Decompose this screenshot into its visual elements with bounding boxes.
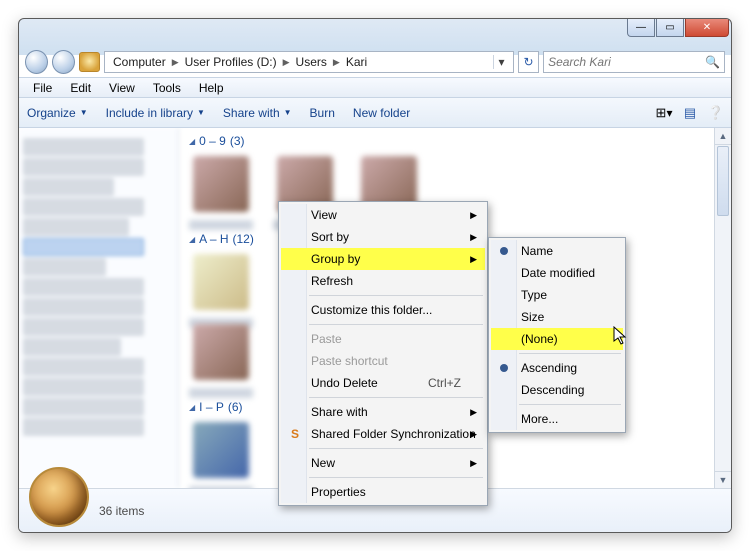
ctx-view[interactable]: View▶ bbox=[281, 204, 485, 226]
refresh-button[interactable]: ↻ bbox=[518, 51, 539, 73]
groupby-ascending[interactable]: Ascending bbox=[491, 357, 623, 379]
menu-help[interactable]: Help bbox=[191, 79, 232, 97]
address-row: Computer ▶ User Profiles (D:) ▶ Users ▶ … bbox=[19, 47, 731, 77]
radio-checked-icon bbox=[500, 247, 508, 255]
group-header-09[interactable]: ◢ 0 – 9 (3) bbox=[179, 128, 731, 150]
collapse-icon[interactable]: ◢ bbox=[189, 235, 195, 244]
chevron-right-icon[interactable]: ▶ bbox=[333, 57, 340, 68]
breadcrumb[interactable]: Computer ▶ User Profiles (D:) ▶ Users ▶ … bbox=[104, 51, 514, 73]
group-count: (12) bbox=[233, 232, 254, 246]
close-button[interactable]: ✕ bbox=[685, 19, 729, 37]
back-button[interactable] bbox=[25, 50, 48, 74]
context-menu: View▶ Sort by▶ Group by▶ Refresh Customi… bbox=[278, 201, 488, 506]
ctx-sort-by[interactable]: Sort by▶ bbox=[281, 226, 485, 248]
toolbar: Organize▼ Include in library▼ Share with… bbox=[19, 98, 731, 128]
ctx-refresh[interactable]: Refresh bbox=[281, 270, 485, 292]
search-icon[interactable]: 🔍 bbox=[705, 55, 720, 69]
new-folder-button[interactable]: New folder bbox=[353, 106, 410, 120]
scroll-up-icon[interactable]: ▲ bbox=[715, 128, 731, 145]
groupby-name[interactable]: Name bbox=[491, 240, 623, 262]
status-item-count: 36 items bbox=[99, 504, 144, 518]
radio-checked-icon bbox=[500, 364, 508, 372]
file-thumb[interactable] bbox=[193, 422, 249, 478]
ctx-paste: Paste bbox=[281, 328, 485, 350]
menu-bar: File Edit View Tools Help bbox=[19, 77, 731, 98]
organize-button[interactable]: Organize▼ bbox=[27, 106, 88, 120]
help-button[interactable]: ❔ bbox=[707, 104, 725, 122]
preview-pane-button[interactable]: ▤ bbox=[681, 104, 699, 122]
group-count: (6) bbox=[228, 400, 243, 414]
menu-file[interactable]: File bbox=[25, 79, 60, 97]
mouse-cursor-icon bbox=[613, 326, 629, 346]
nav-tree[interactable] bbox=[19, 128, 179, 488]
groupby-submenu: Name Date modified Type Size (None) Asce… bbox=[488, 237, 626, 433]
submenu-arrow-icon: ▶ bbox=[470, 210, 477, 221]
chevron-right-icon[interactable]: ▶ bbox=[172, 57, 179, 68]
breadcrumb-users[interactable]: Users bbox=[292, 55, 331, 69]
breadcrumb-kari[interactable]: Kari bbox=[342, 55, 371, 69]
ctx-group-by[interactable]: Group by▶ bbox=[281, 248, 485, 270]
maximize-button[interactable]: ▭ bbox=[656, 19, 684, 37]
breadcrumb-drive[interactable]: User Profiles (D:) bbox=[181, 55, 281, 69]
ctx-new[interactable]: New▶ bbox=[281, 452, 485, 474]
view-options-button[interactable]: ⊞▾ bbox=[655, 104, 673, 122]
ctx-paste-shortcut: Paste shortcut bbox=[281, 350, 485, 372]
minimize-button[interactable]: — bbox=[627, 19, 655, 37]
sync-icon: S bbox=[287, 427, 303, 441]
ctx-properties[interactable]: Properties bbox=[281, 481, 485, 503]
file-thumb[interactable] bbox=[193, 254, 249, 310]
vertical-scrollbar[interactable]: ▲ ▼ bbox=[714, 128, 731, 488]
submenu-arrow-icon: ▶ bbox=[470, 232, 477, 243]
ctx-undo-delete[interactable]: Undo DeleteCtrl+Z bbox=[281, 372, 485, 394]
search-input[interactable] bbox=[548, 55, 705, 69]
group-label: I – P bbox=[199, 400, 224, 414]
submenu-arrow-icon: ▶ bbox=[470, 407, 477, 418]
burn-button[interactable]: Burn bbox=[310, 106, 335, 120]
groupby-size[interactable]: Size bbox=[491, 306, 623, 328]
folder-avatar-icon bbox=[29, 467, 89, 527]
file-thumb[interactable] bbox=[193, 156, 249, 212]
groupby-descending[interactable]: Descending bbox=[491, 379, 623, 401]
groupby-type[interactable]: Type bbox=[491, 284, 623, 306]
file-thumb[interactable] bbox=[193, 324, 249, 380]
forward-button[interactable] bbox=[52, 50, 75, 74]
include-in-library-button[interactable]: Include in library▼ bbox=[106, 106, 205, 120]
menu-edit[interactable]: Edit bbox=[62, 79, 99, 97]
collapse-icon[interactable]: ◢ bbox=[189, 403, 195, 412]
chevron-right-icon[interactable]: ▶ bbox=[283, 57, 290, 68]
submenu-arrow-icon: ▶ bbox=[470, 254, 477, 265]
menu-view[interactable]: View bbox=[101, 79, 143, 97]
menu-tools[interactable]: Tools bbox=[145, 79, 189, 97]
share-with-button[interactable]: Share with▼ bbox=[223, 106, 292, 120]
breadcrumb-dropdown[interactable]: ▾ bbox=[493, 55, 509, 69]
titlebar: — ▭ ✕ bbox=[19, 19, 731, 47]
scroll-thumb[interactable] bbox=[717, 146, 729, 216]
ctx-share-with[interactable]: Share with▶ bbox=[281, 401, 485, 423]
groupby-none[interactable]: (None) bbox=[491, 328, 623, 350]
group-label: 0 – 9 bbox=[199, 134, 226, 148]
group-count: (3) bbox=[230, 134, 245, 148]
submenu-arrow-icon: ▶ bbox=[470, 458, 477, 469]
search-box[interactable]: 🔍 bbox=[543, 51, 725, 73]
group-label: A – H bbox=[199, 232, 228, 246]
shortcut-label: Ctrl+Z bbox=[428, 376, 461, 390]
folder-icon bbox=[79, 52, 100, 72]
ctx-shared-folder-sync[interactable]: SShared Folder Synchronization▶ bbox=[281, 423, 485, 445]
groupby-more[interactable]: More... bbox=[491, 408, 623, 430]
groupby-date-modified[interactable]: Date modified bbox=[491, 262, 623, 284]
submenu-arrow-icon: ▶ bbox=[470, 429, 477, 440]
collapse-icon[interactable]: ◢ bbox=[189, 137, 195, 146]
breadcrumb-computer[interactable]: Computer bbox=[109, 55, 170, 69]
scroll-down-icon[interactable]: ▼ bbox=[715, 471, 731, 488]
ctx-customize-folder[interactable]: Customize this folder... bbox=[281, 299, 485, 321]
